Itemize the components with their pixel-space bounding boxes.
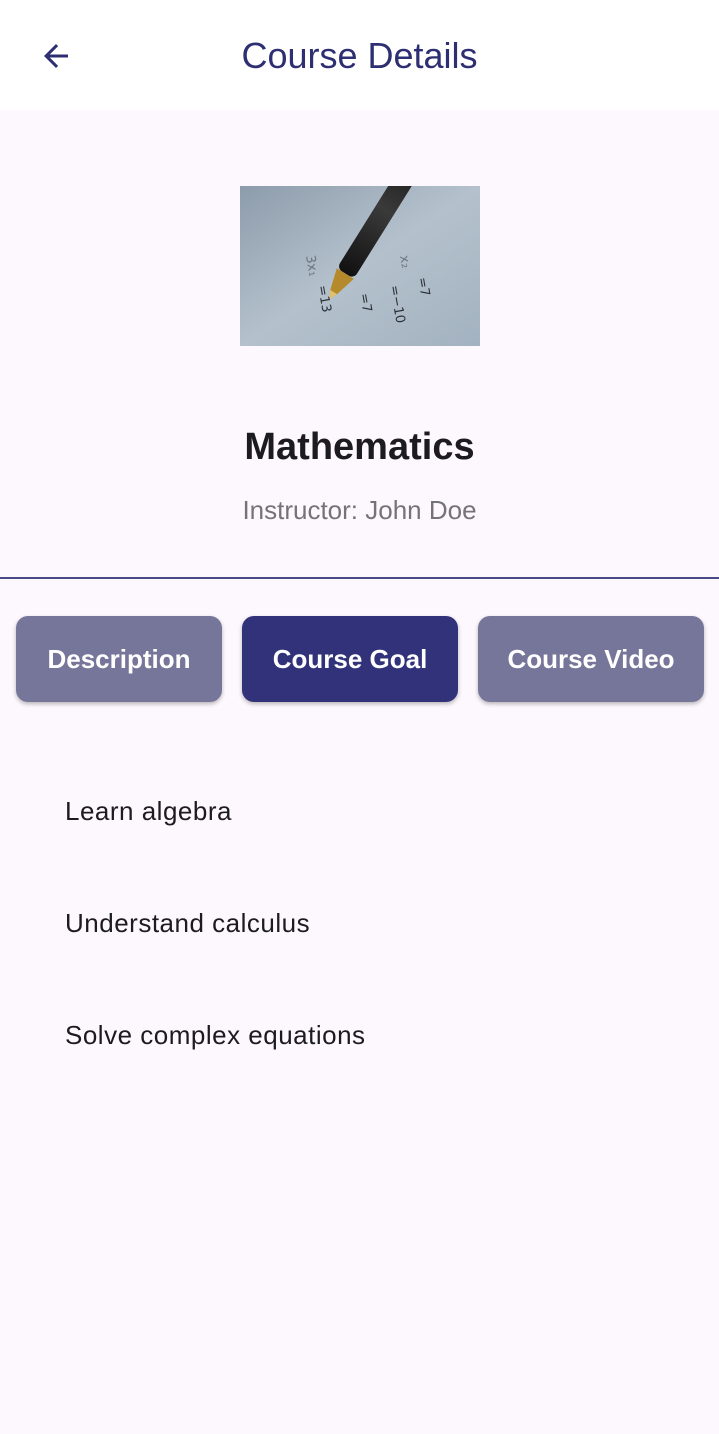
tab-course-video[interactable]: Course Video — [478, 616, 704, 702]
goal-item: Solve complex equations — [65, 1020, 366, 1050]
instructor-label: Instructor: John Doe — [242, 495, 477, 525]
tab-description[interactable]: Description — [16, 616, 222, 702]
svg-text:x₂: x₂ — [396, 254, 413, 269]
app-bar: Course Details — [0, 0, 719, 110]
divider — [0, 577, 719, 579]
course-image: =13 =7 =−10 =7 3x₁ x₂ — [240, 186, 480, 346]
goal-item: Understand calculus — [65, 908, 311, 938]
course-title: Mathematics — [244, 426, 475, 468]
page-title: Course Details — [241, 35, 478, 76]
goal-item: Learn algebra — [65, 796, 232, 826]
tab-course-goal[interactable]: Course Goal — [242, 616, 458, 702]
